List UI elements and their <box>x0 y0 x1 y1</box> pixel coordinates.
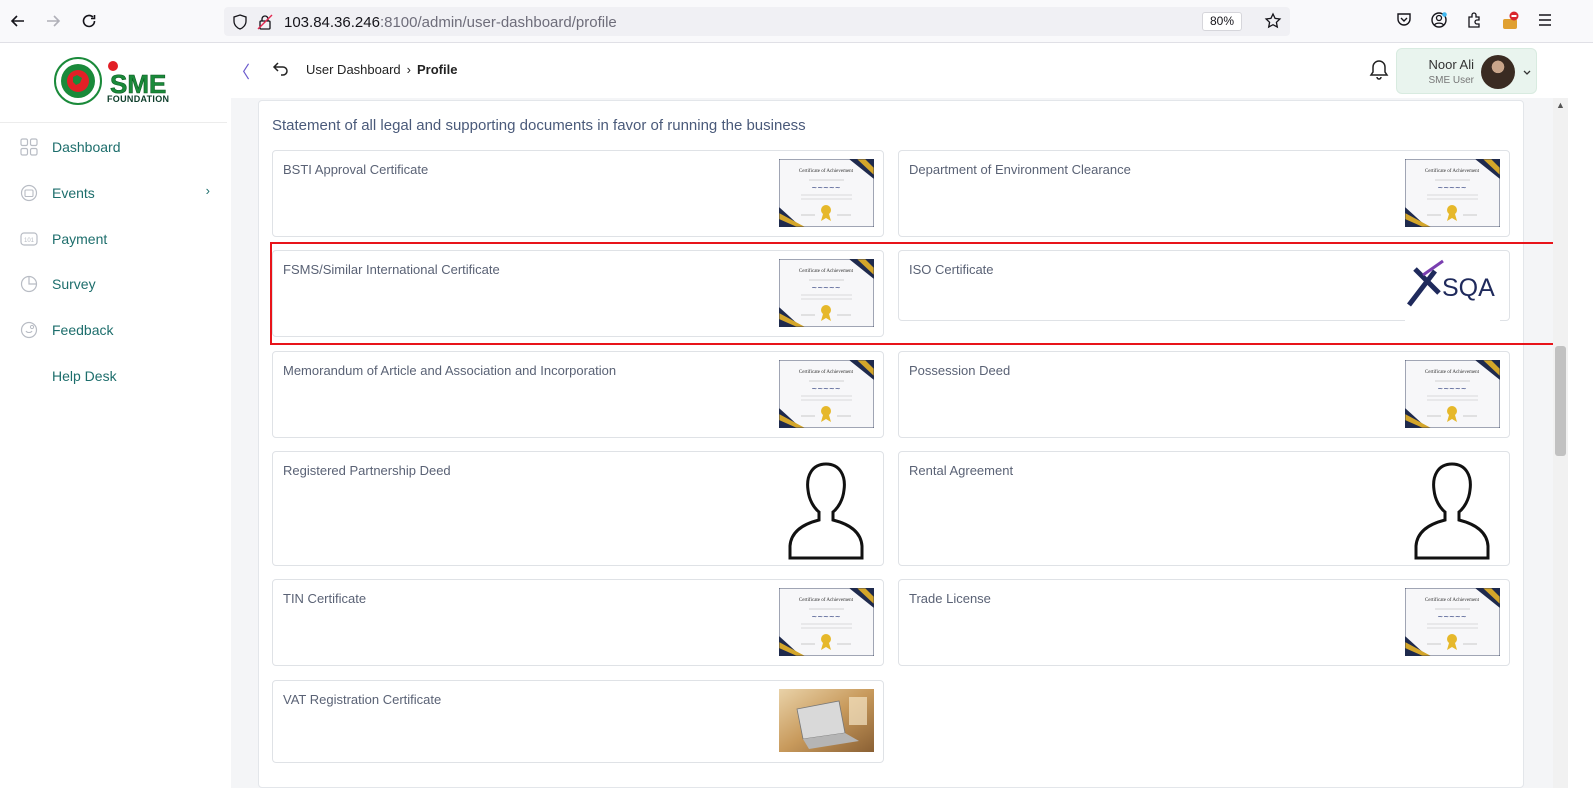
svg-text:101: 101 <box>24 238 35 244</box>
breadcrumb: User Dashboard › Profile <box>306 62 457 77</box>
page-edge <box>1568 43 1593 788</box>
svg-text:~~~~~: ~~~~~ <box>811 613 840 621</box>
extension-badge-icon[interactable] <box>1500 11 1520 31</box>
sidebar-item-label: Payment <box>52 231 108 247</box>
certificate-thumbnail[interactable]: Certificate of Achievement ~~~~~ <box>1404 587 1501 657</box>
logo-foundation-text: FOUNDATION <box>107 94 170 104</box>
logo-area: SME FOUNDATION <box>0 43 227 123</box>
scroll-up-icon[interactable]: ▲ <box>1556 100 1565 110</box>
breadcrumb-current: Profile <box>417 62 458 77</box>
bangladesh-emblem-logo <box>54 57 102 105</box>
address-bar[interactable]: 103.84.36.246:8100/admin/user-dashboard/… <box>224 7 1290 36</box>
chevron-right-icon: › <box>205 183 210 198</box>
document-card[interactable]: Rental Agreement <box>898 451 1510 566</box>
user-role: SME User <box>1428 75 1474 86</box>
scroll-thumb[interactable] <box>1555 346 1566 456</box>
section-title: Statement of all legal and supporting do… <box>272 117 806 134</box>
svg-text:Certificate of Achievement: Certificate of Achievement <box>799 169 854 174</box>
pocket-icon[interactable] <box>1395 11 1415 31</box>
url-host: 103.84.36.246 <box>284 14 380 31</box>
svg-text:Certificate of Achievement: Certificate of Achievement <box>1425 370 1480 375</box>
svg-text:Certificate of Achievement: Certificate of Achievement <box>1425 169 1480 174</box>
document-label: Trade License <box>909 591 991 606</box>
svg-text:Certificate of Achievement: Certificate of Achievement <box>1425 598 1480 603</box>
document-label: Rental Agreement <box>909 463 1014 478</box>
document-card[interactable]: Trade License Certificate of Achievement… <box>898 579 1510 666</box>
svg-text:SME: SME <box>110 69 166 96</box>
person-silhouette-icon[interactable] <box>779 460 874 560</box>
document-card[interactable]: BSTI Approval Certificate Certificate of… <box>272 150 884 237</box>
user-name: Noor Ali <box>1428 57 1474 72</box>
sidebar-item-label: Dashboard <box>52 139 121 155</box>
document-label: VAT Registration Certificate <box>283 692 442 707</box>
document-label: Department of Environment Clearance <box>909 162 1131 177</box>
svg-text:~~~~~: ~~~~~ <box>1437 385 1466 393</box>
account-icon[interactable] <box>1430 11 1450 31</box>
document-label: TIN Certificate <box>283 591 367 606</box>
browser-toolbar: 103.84.36.246:8100/admin/user-dashboard/… <box>0 0 1593 43</box>
laptop-photo-thumbnail[interactable] <box>779 689 874 752</box>
forward-icon[interactable] <box>42 10 64 32</box>
payment-icon: 101 <box>20 230 38 248</box>
certificate-thumbnail[interactable]: Certificate of Achievement ~~~~~ <box>778 587 875 657</box>
back-icon[interactable] <box>7 10 29 32</box>
url-path: :8100/admin/user-dashboard/profile <box>379 14 617 31</box>
certificate-thumbnail[interactable]: Certificate of Achievement ~~~~~ <box>1404 359 1501 429</box>
back-arrow-icon[interactable] <box>272 60 290 81</box>
sidebar-item-label: Feedback <box>52 322 114 338</box>
pie-icon <box>20 275 38 293</box>
document-card[interactable]: VAT Registration Certificate <box>272 680 884 763</box>
sidebar-item-survey[interactable]: Survey <box>20 272 96 296</box>
zoom-level-badge[interactable]: 80% <box>1201 12 1242 31</box>
svg-text:~~~~~: ~~~~~ <box>1437 613 1466 621</box>
document-card[interactable]: Department of Environment Clearance Cert… <box>898 150 1510 237</box>
notification-bell-icon[interactable] <box>1369 59 1389 86</box>
insecure-lock-icon[interactable] <box>257 14 273 35</box>
highlight-box <box>270 242 1557 345</box>
breadcrumb-parent[interactable]: User Dashboard <box>306 62 401 77</box>
feedback-icon <box>20 321 38 339</box>
document-label: Registered Partnership Deed <box>283 463 451 478</box>
svg-text:Certificate of Achievement: Certificate of Achievement <box>799 370 854 375</box>
document-card[interactable]: Possession Deed Certificate of Achieveme… <box>898 351 1510 438</box>
document-label: Possession Deed <box>909 363 1011 378</box>
menu-icon[interactable] <box>1536 11 1556 31</box>
svg-text:~~~~~: ~~~~~ <box>1437 184 1466 192</box>
svg-text:Certificate of Achievement: Certificate of Achievement <box>799 598 854 603</box>
sidebar-item-label: Events <box>52 185 95 201</box>
reload-icon[interactable] <box>78 10 100 32</box>
sidebar-item-dashboard[interactable]: Dashboard <box>20 135 121 159</box>
sidebar-item-payment[interactable]: 101 Payment <box>20 227 107 251</box>
grid-icon <box>20 138 38 156</box>
certificate-thumbnail[interactable]: Certificate of Achievement ~~~~~ <box>1404 158 1501 228</box>
bookmark-star-icon[interactable] <box>1264 12 1282 35</box>
certificate-thumbnail[interactable]: Certificate of Achievement ~~~~~ <box>778 359 875 429</box>
user-menu[interactable]: Noor Ali SME User <box>1396 48 1537 94</box>
svg-text:~~~~~: ~~~~~ <box>811 184 840 192</box>
url-text: 103.84.36.246:8100/admin/user-dashboard/… <box>284 14 617 31</box>
document-label: BSTI Approval Certificate <box>283 162 429 177</box>
document-label: Memorandum of Article and Association an… <box>283 363 617 378</box>
document-card[interactable]: TIN Certificate Certificate of Achieveme… <box>272 579 884 666</box>
chevron-down-icon[interactable] <box>1522 65 1532 83</box>
svg-text:~~~~~: ~~~~~ <box>811 385 840 393</box>
sidebar-item-feedback[interactable]: Feedback <box>20 318 113 342</box>
sidebar-item-label: Survey <box>52 276 96 292</box>
sidebar-item-events[interactable]: Events › <box>20 181 210 205</box>
sidebar-collapse-button[interactable]: 〈 <box>233 58 250 83</box>
document-card[interactable]: Registered Partnership Deed <box>272 451 884 566</box>
scrollbar[interactable]: ▲ <box>1553 98 1568 788</box>
sidebar-item-help-desk[interactable]: Help Desk <box>20 364 117 388</box>
calendar-icon <box>20 184 38 202</box>
breadcrumb-separator: › <box>406 62 411 77</box>
avatar <box>1481 55 1515 89</box>
document-card[interactable]: Memorandum of Article and Association an… <box>272 351 884 438</box>
sidebar-item-label: Help Desk <box>52 368 117 384</box>
shield-icon[interactable] <box>232 14 248 35</box>
person-silhouette-icon[interactable] <box>1405 460 1500 560</box>
sidebar: SME FOUNDATION Dashboard Events › 101 Pa… <box>0 43 227 788</box>
blank-icon <box>20 367 38 385</box>
certificate-thumbnail[interactable]: Certificate of Achievement ~~~~~ <box>778 158 875 228</box>
extensions-icon[interactable] <box>1465 11 1485 31</box>
